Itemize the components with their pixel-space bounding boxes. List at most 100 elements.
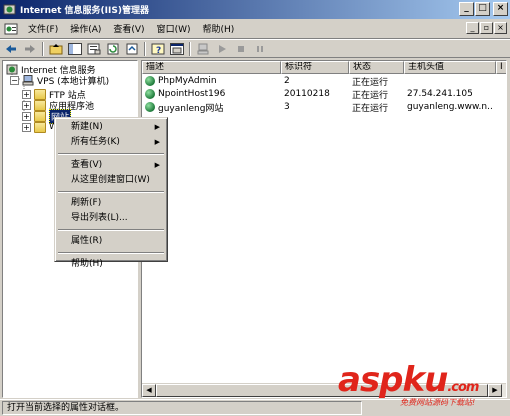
menu-help[interactable]: 帮助(H) [197,22,241,35]
properties-icon[interactable] [86,41,102,56]
toolbar: ? [0,39,510,58]
window-title: Internet 信息服务(IIS)管理器 [20,6,149,16]
toolbar-separator [144,41,146,56]
mmc-doc-icon[interactable] [4,22,18,36]
website-globe-icon [145,76,155,86]
collapse-icon[interactable]: − [10,75,19,85]
row-description: PhpMyAdmin [142,76,281,86]
row-desc-text: NpointHost196 [158,89,226,99]
toolbar-separator [42,41,44,56]
column-status[interactable]: 状态 [349,61,404,74]
menu-item-new-window[interactable]: 从这里创建窗口(W) [57,173,165,188]
column-ip[interactable]: I [496,61,506,74]
row-description: NpointHost196 [142,89,281,99]
menu-view[interactable]: 查看(V) [107,22,150,35]
submenu-arrow-icon: ▶ [154,138,160,146]
submenu-arrow-icon: ▶ [154,123,160,131]
folder-icon [34,88,46,100]
mdi-restore-button[interactable]: ▫ [480,22,493,34]
pause-icon[interactable] [252,41,268,56]
computer-icon[interactable] [195,41,211,56]
row-desc-text: PhpMyAdmin [158,76,217,86]
website-globe-icon [145,89,155,99]
watermark-logo-com: .com [447,380,479,395]
maximize-button[interactable]: □ [475,2,490,16]
expand-icon[interactable]: + [22,100,31,110]
menu-item-refresh-label: 刷新(F) [71,198,102,208]
row-desc-text: guyanleng网站 [158,103,224,114]
mdi-minimize-button[interactable]: _ [466,22,479,34]
row-identifier: 20110218 [284,89,330,99]
scroll-left-icon[interactable]: ◀ [142,384,156,397]
help-icon[interactable]: ? [150,41,166,56]
row-status: 正在运行 [352,103,389,114]
column-identifier[interactable]: 标识符 [281,61,349,74]
tree-node-computer[interactable]: − VPS (本地计算机) [10,74,110,87]
export-icon[interactable] [124,41,140,56]
menu-separator [58,252,164,254]
mdi-close-button[interactable]: × [494,22,507,34]
row-identifier: 2 [284,76,290,86]
menu-file[interactable]: 文件(F) [22,22,64,35]
toolbar-separator [189,41,191,56]
row-host: guyanleng.www.n.. [407,102,493,112]
minimize-button[interactable]: _ [459,2,474,16]
title-bar: Internet 信息服务(IIS)管理器 _ □ × [0,0,510,19]
watermark-logo-asp: asp [338,360,404,400]
row-identifier: 3 [284,102,290,112]
menu-window[interactable]: 窗口(W) [151,22,197,35]
tree-node-w[interactable]: + W [22,121,58,133]
menu-item-export-list[interactable]: 导出列表(L)... [57,211,165,226]
svg-text:?: ? [156,46,161,55]
row-status: 正在运行 [352,77,389,88]
website-globe-icon [145,102,155,112]
menu-bar: 文件(F) 操作(A) 查看(V) 窗口(W) 帮助(H) _ ▫ × [0,19,510,39]
status-text: 打开当前选择的属性对话框。 [2,401,362,415]
table-row[interactable]: guyanleng网站 3 正在运行 guyanleng.www.n.. [142,101,496,114]
menu-item-new[interactable]: 新建(N) ▶ [57,120,165,135]
menu-separator [58,191,164,193]
list-pane[interactable]: 描述 标识符 状态 主机头值 I PhpMyAdmin 2 正在运行 Npoin… [141,60,507,398]
menu-item-properties[interactable]: 属性(R) [57,234,165,249]
folder-icon [34,99,46,111]
up-icon[interactable] [48,41,64,56]
expand-icon[interactable]: + [22,89,31,99]
expand-icon[interactable]: + [22,111,31,121]
menu-item-view[interactable]: 查看(V) ▶ [57,158,165,173]
watermark-logo-ku: ku [402,360,449,400]
row-status: 正在运行 [352,90,389,101]
back-icon[interactable] [3,41,19,56]
column-host-header[interactable]: 主机头值 [404,61,496,74]
row-host: 27.54.241.105 [407,89,473,99]
menu-item-help-label: 帮助(H) [71,259,103,269]
computer-icon [22,74,34,85]
menu-item-view-label: 查看(V) [71,160,103,170]
stop-icon[interactable] [233,41,249,56]
folder-icon [34,121,46,133]
menu-item-properties-label: 属性(R) [71,236,103,246]
folder-icon [34,110,46,122]
start-icon[interactable] [214,41,230,56]
menu-item-new-window-label: 从这里创建窗口(W) [71,175,150,185]
context-menu: 新建(N) ▶ 所有任务(K) ▶ 查看(V) ▶ 从这里创建窗口(W) 刷新(… [54,117,168,269]
table-row[interactable]: NpointHost196 20110218 正在运行 27.54.241.10… [142,88,496,101]
menu-separator [58,153,164,155]
menu-item-refresh[interactable]: 刷新(F) [57,196,165,211]
submenu-arrow-icon: ▶ [154,161,160,169]
forward-icon[interactable] [22,41,38,56]
menu-separator [58,229,164,231]
refresh-icon[interactable] [105,41,121,56]
watermark-logo: aspku.com 免费网站源码下载站! [338,363,508,413]
menu-item-help[interactable]: 帮助(H) [57,257,165,272]
menu-item-all-tasks-label: 所有任务(K) [71,137,120,147]
row-description: guyanleng网站 [142,101,281,114]
table-row[interactable]: PhpMyAdmin 2 正在运行 [142,75,496,88]
tree-computer-label: VPS (本地计算机) [37,76,110,87]
menu-item-all-tasks[interactable]: 所有任务(K) ▶ [57,135,165,150]
menu-action[interactable]: 操作(A) [64,22,107,35]
show-tree-icon[interactable] [67,41,83,56]
close-button[interactable]: × [493,2,508,16]
new-window-icon[interactable] [169,41,185,56]
expand-icon[interactable]: + [22,122,31,132]
column-description[interactable]: 描述 [142,61,281,74]
